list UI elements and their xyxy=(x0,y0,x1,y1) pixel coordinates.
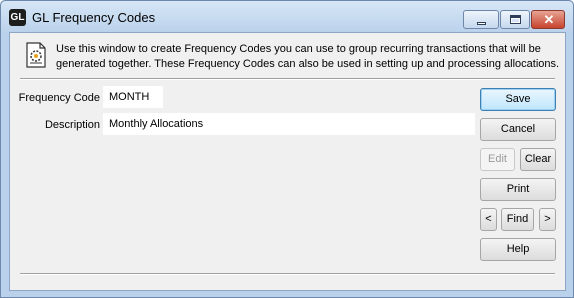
cancel-button[interactable]: Cancel xyxy=(480,118,556,141)
info-text: Use this window to create Frequency Code… xyxy=(56,43,560,70)
divider-bottom xyxy=(20,273,555,275)
clear-button[interactable]: Clear xyxy=(520,148,556,171)
save-button[interactable]: Save xyxy=(480,88,556,111)
window-client-area: Use this window to create Frequency Code… xyxy=(9,32,566,291)
maximize-button[interactable] xyxy=(500,10,530,29)
help-button[interactable]: Help xyxy=(480,238,556,261)
gl-frequency-codes-window: GL GL Frequency Codes ✕ Use this window … xyxy=(0,0,574,298)
close-button[interactable]: ✕ xyxy=(531,10,565,29)
gl-app-icon: GL xyxy=(9,9,26,26)
minimize-icon xyxy=(477,22,486,25)
document-settings-icon xyxy=(26,42,46,68)
next-record-button[interactable]: > xyxy=(539,208,556,231)
frequency-code-input[interactable] xyxy=(103,86,163,108)
frequency-code-label: Frequency Code xyxy=(18,92,100,104)
description-label: Description xyxy=(44,119,100,131)
previous-record-button[interactable]: < xyxy=(480,208,497,231)
title-bar[interactable]: GL GL Frequency Codes ✕ xyxy=(1,1,573,31)
print-button[interactable]: Print xyxy=(480,178,556,201)
description-input[interactable] xyxy=(103,113,475,135)
maximize-icon xyxy=(510,15,521,24)
edit-button[interactable]: Edit xyxy=(480,148,515,171)
window-title: GL Frequency Codes xyxy=(32,10,156,25)
minimize-button[interactable] xyxy=(463,10,499,29)
divider-top xyxy=(20,78,555,80)
find-button[interactable]: Find xyxy=(501,208,534,231)
close-icon: ✕ xyxy=(543,12,555,27)
